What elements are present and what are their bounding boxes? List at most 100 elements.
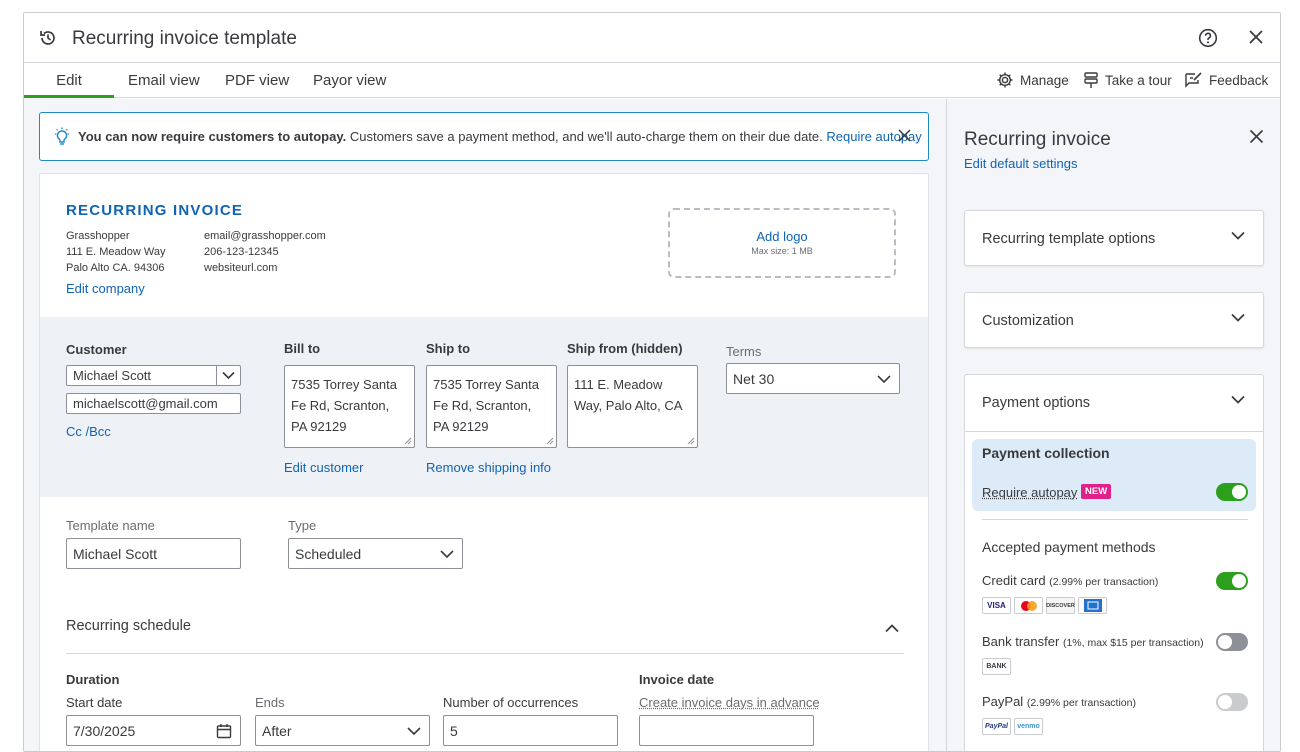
ends-label: Ends [255, 695, 285, 710]
customization-accordion[interactable]: Customization [964, 292, 1264, 348]
signpost-icon [1084, 72, 1098, 88]
customer-section: Customer Michael Scott michaelscott@gmai… [40, 317, 928, 497]
mastercard-logo [1014, 597, 1043, 614]
credit-card-method: Credit card (2.99% per transaction) [982, 573, 1158, 588]
edit-default-settings-link[interactable]: Edit default settings [964, 156, 1077, 171]
method-fee: (2.99% per transaction) [1026, 697, 1136, 709]
customer-dropdown-toggle[interactable] [216, 366, 240, 385]
take-a-tour-button[interactable]: Take a tour [1083, 71, 1172, 89]
manage-button[interactable]: Manage [996, 71, 1069, 89]
add-logo-label: Add logo [756, 229, 808, 244]
visa-logo: VISA [982, 597, 1011, 614]
edit-company-link[interactable]: Edit company [66, 281, 145, 296]
lightbulb-icon [53, 127, 71, 152]
method-fee: (1%, max $15 per transaction) [1062, 637, 1204, 649]
chevron-up-icon[interactable] [885, 620, 899, 638]
paypal-toggle[interactable] [1216, 693, 1248, 711]
panel-title: Recurring invoice [964, 129, 1111, 150]
bill-to-textarea[interactable]: 7535 Torrey Santa Fe Rd, Scranton, PA 92… [284, 365, 415, 448]
payment-collection-box: Payment collection Require autopay NEW [972, 439, 1256, 511]
company-name: Grasshopper [66, 230, 130, 242]
customer-select[interactable]: Michael Scott [66, 365, 241, 386]
type-select[interactable]: Scheduled [288, 538, 463, 569]
require-autopay-label[interactable]: Require autopay [982, 485, 1077, 500]
bank-transfer-method: Bank transfer (1%, max $15 per transacti… [982, 634, 1204, 649]
method-name: Bank transfer [982, 634, 1060, 649]
autopay-banner: You can now require customers to autopay… [39, 112, 929, 161]
remove-shipping-link[interactable]: Remove shipping info [426, 460, 551, 475]
resize-grip-icon[interactable] [687, 437, 695, 445]
tab-email-view[interactable]: Email view [128, 72, 200, 98]
tab-pdf-view[interactable]: PDF view [225, 72, 289, 98]
chevron-down-icon [1231, 313, 1245, 322]
view-tabs: Edit Email view PDF view Payor view Mana… [24, 63, 1280, 98]
accordion-title: Recurring template options [982, 231, 1156, 247]
terms-label: Terms [726, 344, 762, 359]
toggle-knob [1218, 635, 1232, 649]
chevron-down-icon [877, 374, 891, 383]
help-icon[interactable] [1198, 28, 1218, 53]
collection-divider [982, 519, 1248, 520]
ship-from-textarea[interactable]: 111 E. Meadow Way, Palo Alto, CA [567, 365, 698, 448]
resize-grip-icon[interactable] [546, 437, 554, 445]
edit-customer-link[interactable]: Edit customer [284, 460, 363, 475]
toggle-knob [1232, 485, 1246, 499]
accordion-title[interactable]: Payment options [982, 395, 1090, 411]
recurring-schedule-title: Recurring schedule [66, 618, 191, 634]
occurrences-label: Number of occurrences [443, 695, 579, 710]
chevron-down-icon [222, 371, 235, 380]
method-fee: (2.99% per transaction) [1049, 576, 1159, 588]
invoice-editor: You can now require customers to autopay… [24, 99, 946, 751]
accepted-methods-title: Accepted payment methods [982, 539, 1156, 555]
ship-to-textarea[interactable]: 7535 Torrey Santa Fe Rd, Scranton, PA 92… [426, 365, 557, 448]
chevron-down-icon[interactable] [1231, 395, 1245, 404]
panel-close-icon[interactable] [1249, 129, 1264, 149]
template-name-field[interactable]: Michael Scott [66, 538, 241, 569]
banner-bold: You can now require customers to autopay… [78, 129, 347, 144]
company-email: email@grasshopper.com [204, 230, 326, 242]
type-label: Type [288, 518, 317, 533]
customer-email-field[interactable]: michaelscott@gmail.com [66, 393, 241, 414]
recurring-invoice-window: Recurring invoice template Edit Email vi… [23, 12, 1281, 752]
payment-header-divider [965, 431, 1263, 432]
bank-transfer-toggle[interactable] [1216, 633, 1248, 651]
chevron-down-icon [1231, 231, 1245, 240]
company-contact: email@grasshopper.com 206-123-12345 webs… [204, 228, 326, 276]
days-in-advance-label[interactable]: Create invoice days in advance [639, 695, 820, 710]
tour-label: Take a tour [1105, 72, 1172, 88]
ship-from-address: 111 E. Meadow Way, Palo Alto, CA [574, 377, 683, 413]
company-phone: 206-123-12345 [204, 246, 279, 258]
discover-logo: DISCOVER [1046, 597, 1075, 614]
banner-close-icon[interactable] [898, 129, 911, 147]
terms-select[interactable]: Net 30 [726, 363, 900, 394]
company-city: Palo Alto CA. 94306 [66, 262, 165, 274]
title-bar: Recurring invoice template [24, 13, 1280, 63]
feedback-icon [1185, 72, 1202, 88]
terms-value: Net 30 [733, 370, 775, 387]
history-icon[interactable] [38, 28, 58, 53]
ship-to-label: Ship to [426, 341, 471, 356]
company-street: 111 E. Meadow Way [66, 246, 166, 258]
paypal-method: PayPal (2.99% per transaction) [982, 694, 1136, 709]
recurring-template-options-accordion[interactable]: Recurring template options [964, 210, 1264, 266]
toggle-knob [1218, 695, 1232, 709]
feedback-button[interactable]: Feedback [1184, 71, 1268, 89]
window-title: Recurring invoice template [72, 28, 297, 49]
schedule-divider [66, 653, 904, 654]
tab-edit[interactable]: Edit [24, 72, 114, 98]
cc-bcc-link[interactable]: Cc /Bcc [66, 424, 111, 439]
logo-max-size: Max size: 1 MB [751, 246, 813, 256]
accordion-title: Customization [982, 313, 1074, 329]
venmo-logo: venmo [1014, 718, 1043, 735]
template-name-label: Template name [66, 518, 155, 533]
credit-card-toggle[interactable] [1216, 572, 1248, 590]
bank-logo: BANK [982, 658, 1011, 675]
banner-body: Customers save a payment method, and we'… [346, 129, 827, 144]
tab-payor-view[interactable]: Payor view [313, 72, 386, 98]
require-autopay-toggle[interactable] [1216, 483, 1248, 501]
add-logo-dropzone[interactable]: Add logo Max size: 1 MB [668, 208, 896, 278]
resize-grip-icon[interactable] [404, 437, 412, 445]
bill-to-label: Bill to [284, 341, 321, 356]
close-icon[interactable] [1248, 29, 1264, 50]
start-date-label: Start date [66, 695, 123, 710]
